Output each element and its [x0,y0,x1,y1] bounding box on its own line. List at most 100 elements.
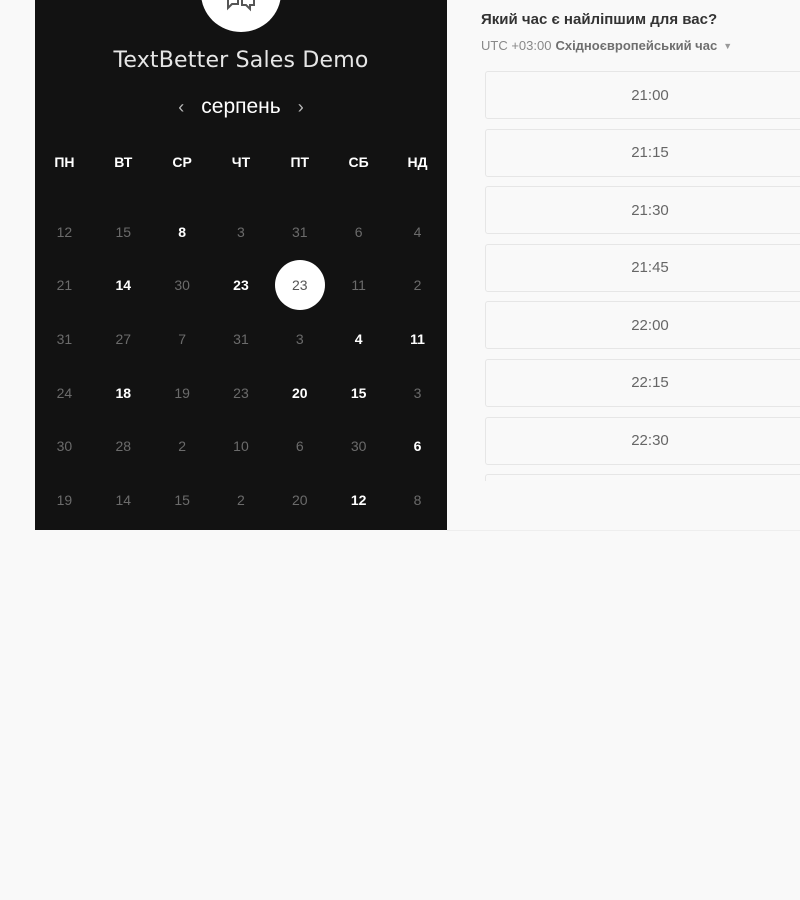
unavailable-day: 2 [178,438,186,455]
unavailable-day: 12 [56,223,73,240]
calendar-day-cell: 21 [35,259,94,313]
unavailable-day: 7 [178,330,186,347]
available-day[interactable]: 6 [392,421,442,471]
unavailable-day: 3 [413,384,422,401]
time-slot-button[interactable]: 21:15 [485,128,800,177]
time-picker-panel: Який час є найліпшим для вас? UTC +03:00… [481,0,800,530]
calendar-day-cell: 20 [270,366,329,420]
available-day[interactable]: 20 [275,368,325,418]
calendar-day-cell: 19 [35,473,94,527]
available-day[interactable]: 4 [334,314,384,364]
unavailable-day: 30 [174,277,190,294]
time-slot-list: 21:00 21:15 21:30 21:45 22:00 22:15 22:30 [485,71,800,481]
unavailable-day: 31 [56,330,73,347]
weekday-sat: СБ [348,154,369,170]
unavailable-day: 3 [295,330,304,347]
calendar-day-cell: 31 [35,312,94,366]
calendar-week-row: 19 14 15 2 20 12 8 [35,473,447,527]
month-navigation: ‹ серпень › [35,92,447,122]
unavailable-day: 30 [350,438,367,455]
unavailable-day: 19 [56,491,73,508]
unavailable-day: 19 [174,384,190,401]
time-slot-button[interactable] [485,474,800,481]
calendar-week-row: 12 15 8 3 31 6 4 [35,205,447,259]
calendar-week-row: 24 18 19 23 20 15 3 [35,366,447,420]
unavailable-day: 4 [413,223,422,240]
unavailable-day: 30 [56,438,73,455]
time-slot-button[interactable]: 21:00 [485,71,800,119]
unavailable-day: 11 [351,277,366,294]
calendar-day-cell: 4 [388,205,447,259]
calendar-day-cell: 23 [270,259,329,313]
unavailable-day: 10 [233,438,249,455]
event-title: TextBetter Sales Demo [113,48,369,73]
unavailable-day: 23 [233,384,249,401]
time-slot-button[interactable]: 22:00 [485,301,800,350]
chat-bubble-icon [227,0,255,12]
calendar-day-cell: 6 [329,205,388,259]
available-day[interactable]: 18 [98,368,148,418]
calendar-day-cell: 2 [388,259,447,313]
calendar-day-cell: 3 [388,366,447,420]
calendar-day-cell: 15 [94,205,153,259]
unavailable-day: 8 [413,491,422,508]
calendar-day-cell: 27 [94,312,153,366]
next-month-icon[interactable]: › [289,95,313,119]
calendar-day-cell: 11 [388,312,447,366]
calendar-day-cell: 7 [153,312,212,366]
time-slot-button[interactable]: 22:15 [485,358,800,407]
weekday-fri: ПТ [290,154,310,170]
available-day[interactable]: 12 [334,475,384,525]
unavailable-day: 6 [354,223,363,240]
calendar-day-cell: 10 [212,419,271,473]
unavailable-day: 2 [237,491,245,508]
unavailable-day: 14 [115,491,132,508]
weekday-header: ПН ВТ СР ЧТ ПТ СБ НД [35,150,447,174]
calendar-day-cell: 28 [94,419,153,473]
prev-month-icon[interactable]: ‹ [169,95,193,119]
available-day[interactable]: 15 [334,368,384,418]
calendar-day-cell: 23 [212,366,271,420]
booking-page: TextBetter Sales Demo ‹ серпень › ПН ВТ … [0,0,800,900]
calendar-day-cell: 30 [35,419,94,473]
caret-down-icon: ▼ [723,40,733,51]
weekday-wed: СР [172,154,192,170]
calendar-day-cell: 24 [35,366,94,420]
calendar-day-cell: 6 [270,419,329,473]
unavailable-day: 31 [292,223,308,240]
weekday-tue: ВТ [114,154,133,170]
unavailable-day: 27 [115,330,132,347]
timezone-selector[interactable]: UTC +03:00 Східноєвропейський час ▼ [481,38,732,53]
calendar-day-cell: 14 [94,259,153,313]
time-question-heading: Який час є найліпшим для вас? [481,11,718,28]
time-slot-button[interactable]: 21:30 [485,186,800,235]
timezone-name: Східноєвропейський час [555,38,718,53]
weekday-thu: ЧТ [231,154,251,170]
calendar-day-cell: 30 [153,259,212,313]
calendar-day-cell: 31 [270,205,329,259]
available-day[interactable]: 8 [157,207,207,257]
available-day[interactable]: 23 [216,260,266,310]
time-slot-button[interactable]: 22:30 [485,416,800,465]
unavailable-day: 31 [233,330,249,347]
calendar-panel: TextBetter Sales Demo ‹ серпень › ПН ВТ … [35,0,447,530]
calendar-day-cell: 6 [388,419,447,473]
calendar-day-cell: 11 [329,259,388,313]
weekday-mon: ПН [54,154,75,170]
available-day[interactable]: 11 [392,314,442,364]
unavailable-day: 20 [292,491,308,508]
calendar-day-cell: 12 [329,473,388,527]
calendar-day-cell: 31 [212,312,271,366]
selected-day[interactable]: 23 [274,260,325,311]
unavailable-day: 2 [413,277,422,294]
time-slot-button[interactable]: 21:45 [485,243,800,292]
available-day[interactable]: 14 [98,260,148,310]
calendar-day-cell: 2 [153,419,212,473]
calendar-day-cell: 2 [212,473,271,527]
timezone-offset: UTC +03:00 [481,38,552,53]
calendar-week-row: 21 14 30 23 23 11 2 [35,259,447,313]
calendar-day-cell: 15 [153,473,212,527]
unavailable-day: 21 [56,277,73,294]
calendar-week-row: 31 27 7 31 3 4 11 [35,312,447,366]
calendar-day-cell: 20 [270,473,329,527]
